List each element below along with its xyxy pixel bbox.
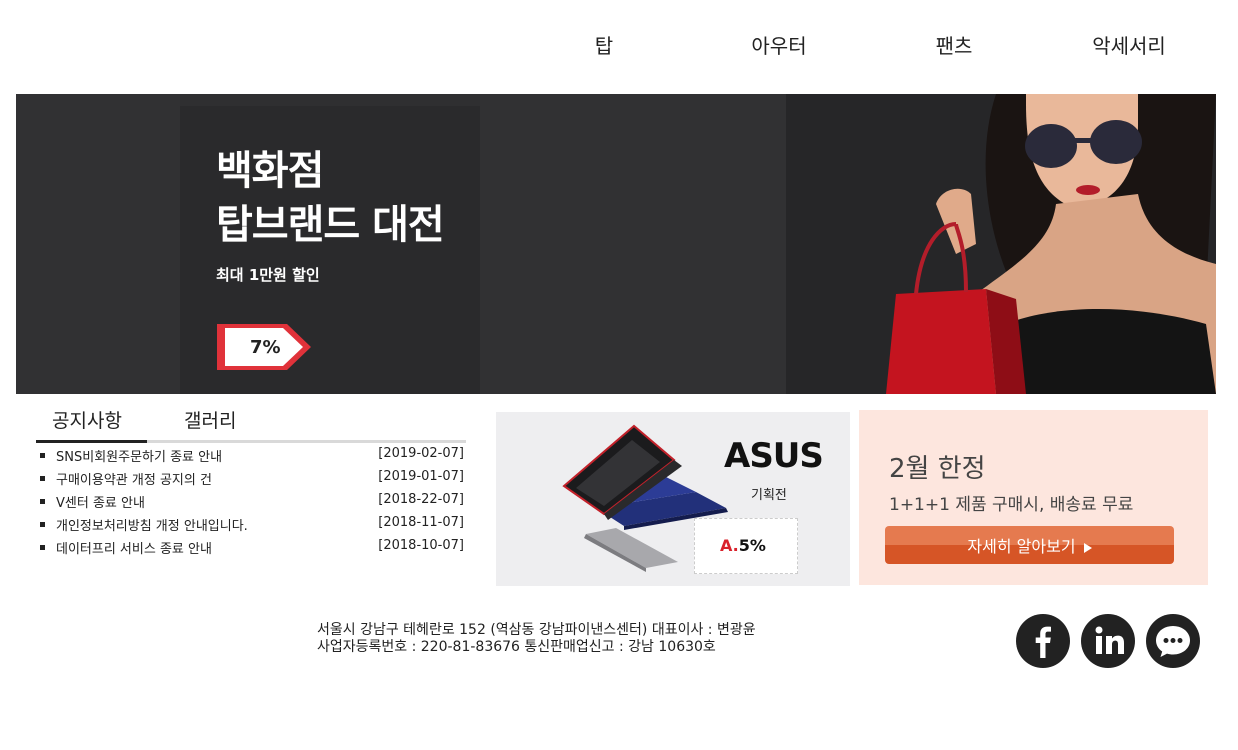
hero-panel	[16, 94, 180, 394]
asus-discount-text: A.5%	[720, 536, 766, 555]
nav-item-pants[interactable]: 팬츠	[874, 30, 1034, 59]
model-with-shopping-bag-image	[886, 94, 1216, 394]
list-item[interactable]: 구매이용약관 개정 공지의 건 [2019-01-07]	[36, 467, 466, 490]
notice-tabs: 공지사항 갤러리	[36, 400, 466, 444]
list-item[interactable]: SNS비회원주문하기 종료 안내 [2019-02-07]	[36, 444, 466, 467]
notice-title[interactable]: V센터 종료 안내	[56, 492, 145, 511]
footer-address: 서울시 강남구 테헤란로 152 (역삼동 강남파이낸스센터) 대표이사 : 변…	[317, 622, 756, 638]
hero-subtitle: 최대 1만원 할인	[216, 266, 320, 284]
discount-badge-text: 7%	[250, 337, 281, 358]
notice-date: [2018-22-07]	[378, 492, 464, 507]
learn-more-label: 자세히 알아보기	[967, 537, 1076, 556]
notice-title[interactable]: 구매이용약관 개정 공지의 건	[56, 469, 212, 488]
top-navigation: 탑 아우터 팬츠 악세서리	[0, 0, 1238, 94]
tab-active-indicator	[36, 440, 147, 443]
list-item[interactable]: V센터 종료 안내 [2018-22-07]	[36, 490, 466, 513]
asus-subtitle: 기획전	[751, 488, 787, 503]
hero-title: 백화점 탑브랜드 대전	[216, 144, 445, 252]
february-promo-banner: 2월 한정 1+1+1 제품 구매시, 배송료 무료 자세히 알아보기	[859, 410, 1208, 585]
list-item[interactable]: 개인정보처리방침 개정 안내입니다. [2018-11-07]	[36, 513, 466, 536]
bullet-icon	[40, 476, 45, 481]
footer-company-info: 서울시 강남구 테헤란로 152 (역삼동 강남파이낸스센터) 대표이사 : 변…	[317, 622, 756, 656]
hero-title-line2: 탑브랜드 대전	[216, 202, 445, 248]
asus-promo-banner[interactable]: ASUS 기획전 A.5%	[496, 412, 850, 586]
tab-gallery[interactable]: 갤러리	[184, 406, 236, 433]
nav-item-accessories[interactable]: 악세서리	[1049, 30, 1209, 59]
bullet-icon	[40, 522, 45, 527]
notice-title[interactable]: 데이터프리 서비스 종료 안내	[56, 538, 212, 557]
notice-date: [2018-11-07]	[378, 515, 464, 530]
promo-title: 2월 한정	[889, 454, 986, 484]
notice-list: SNS비회원주문하기 종료 안내 [2019-02-07] 구매이용약관 개정 …	[36, 444, 466, 559]
hero-panel	[480, 94, 786, 394]
promo-subtitle: 1+1+1 제품 구매시, 배송료 무료	[889, 495, 1134, 515]
linkedin-icon[interactable]	[1081, 614, 1135, 668]
asus-discount-prefix: A.	[720, 536, 739, 555]
hero-title-line1: 백화점	[216, 148, 324, 194]
footer-registration: 사업자등록번호 : 220-81-83676 통신판매업신고 : 강남 1063…	[317, 639, 716, 655]
tab-notice[interactable]: 공지사항	[52, 406, 122, 433]
asus-logo: ASUS	[724, 436, 824, 476]
bullet-icon	[40, 499, 45, 504]
chat-icon[interactable]	[1146, 614, 1200, 668]
facebook-icon[interactable]	[1016, 614, 1070, 668]
notice-title[interactable]: 개인정보처리방침 개정 안내입니다.	[56, 515, 248, 534]
bullet-icon	[40, 453, 45, 458]
notice-title[interactable]: SNS비회원주문하기 종료 안내	[56, 446, 222, 465]
notice-date: [2019-01-07]	[378, 469, 464, 484]
notice-date: [2019-02-07]	[378, 446, 464, 461]
bullet-icon	[40, 545, 45, 550]
list-item[interactable]: 데이터프리 서비스 종료 안내 [2018-10-07]	[36, 536, 466, 559]
play-arrow-icon	[1083, 542, 1092, 553]
asus-discount-value: 5%	[738, 536, 766, 555]
nav-item-outer[interactable]: 아우터	[699, 30, 859, 59]
learn-more-button[interactable]: 자세히 알아보기	[885, 526, 1174, 564]
hero-banner[interactable]: 백화점 탑브랜드 대전 최대 1만원 할인 7%	[16, 94, 1216, 394]
nav-item-top[interactable]: 탑	[524, 30, 684, 59]
notice-date: [2018-10-07]	[378, 538, 464, 553]
